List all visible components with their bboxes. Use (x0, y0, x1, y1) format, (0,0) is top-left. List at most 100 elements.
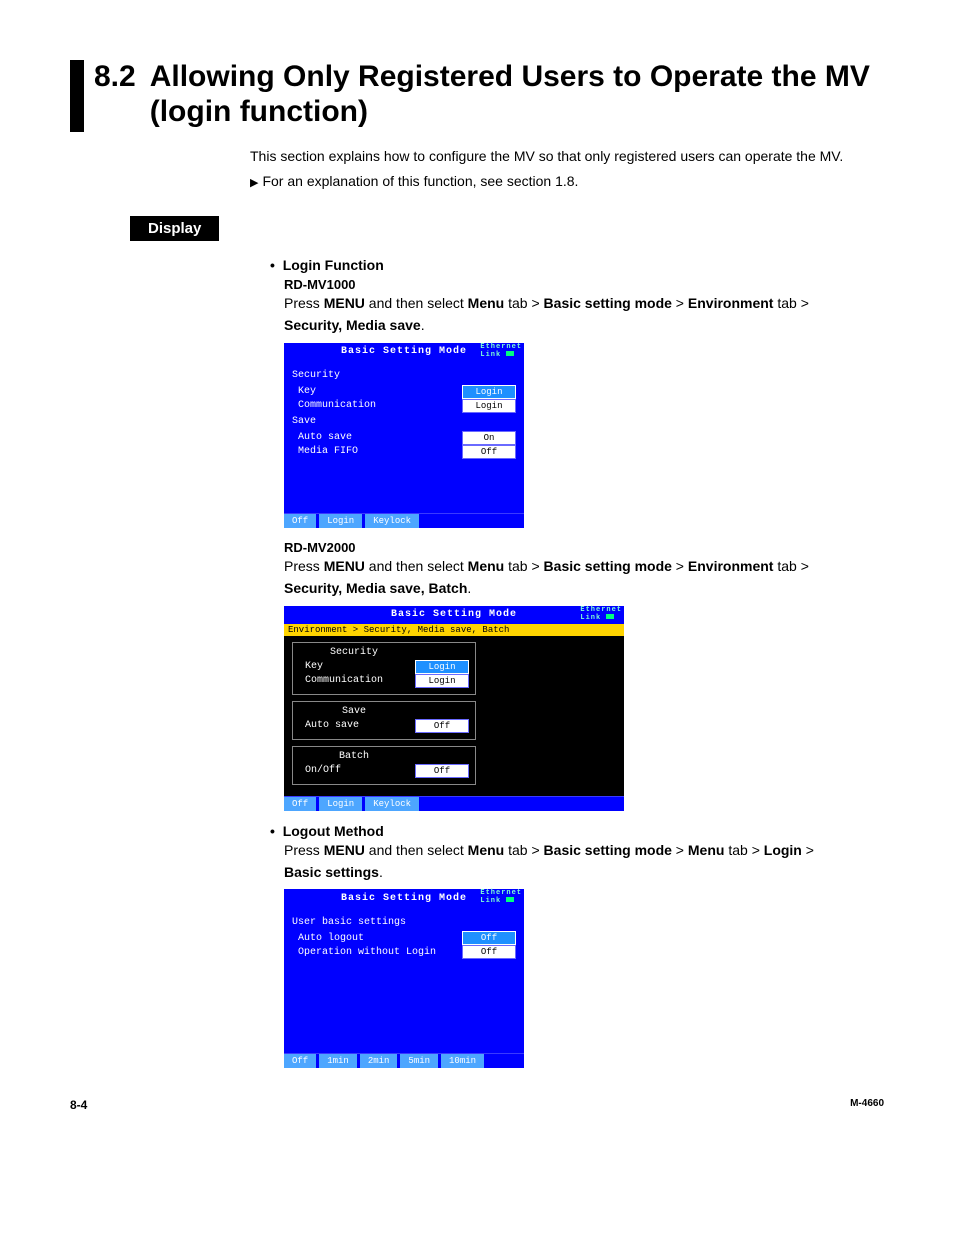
label: Key (299, 661, 415, 672)
value-selected[interactable]: Login (415, 660, 469, 674)
eth-label: Ethernet (580, 606, 622, 614)
row-key: KeyLogin (299, 660, 469, 674)
softkey-off[interactable]: Off (284, 797, 317, 811)
text: tab > (773, 558, 808, 574)
section-title: Allowing Only Registered Users to Operat… (150, 60, 884, 129)
group-save-box: Save Auto saveOff (292, 701, 476, 740)
kw: Environment (688, 295, 774, 311)
row-autosave: Auto saveOff (299, 719, 469, 733)
label: Communication (299, 675, 415, 686)
link-label: Link (580, 614, 601, 622)
value[interactable]: Off (415, 764, 469, 778)
group-security-box: Security KeyLogin CommunicationLogin (292, 642, 476, 695)
kw: Menu (468, 842, 505, 858)
eth-label: Ethernet (480, 889, 522, 897)
crossref-line: For an explanation of this function, see… (250, 171, 854, 192)
title-accent-bar (70, 60, 84, 132)
value[interactable]: Off (462, 945, 516, 959)
section-title-block: 8.2 Allowing Only Registered Users to Op… (70, 60, 884, 132)
link-label: Link (480, 897, 501, 905)
text: and then select (365, 842, 468, 858)
instruction-mv2000: Press MENU and then select Menu tab > Ba… (284, 555, 854, 600)
text: tab > (504, 842, 543, 858)
text: Press (284, 295, 324, 311)
eth-label: Ethernet (480, 343, 522, 351)
row-opwithoutlogin: Operation without LoginOff (292, 945, 516, 959)
kw: Login (764, 842, 802, 858)
text: > (802, 842, 814, 858)
softkey-10min[interactable]: 10min (441, 1054, 485, 1068)
ethernet-indicator: Ethernet Link (580, 606, 622, 622)
login-function-heading: Login Function (270, 257, 854, 273)
text: > (672, 842, 688, 858)
text: Press (284, 842, 324, 858)
value-selected[interactable]: Login (462, 385, 516, 399)
link-dot-icon (506, 351, 514, 356)
text: tab > (724, 842, 763, 858)
softkey-keylock[interactable]: Keylock (365, 514, 420, 528)
kw: Security, Media save (284, 317, 421, 333)
row-key: KeyLogin (292, 385, 516, 399)
display-heading: Display (130, 216, 219, 241)
logout-method-heading: Logout Method (270, 823, 854, 839)
kw-menu: MENU (324, 842, 365, 858)
group-batch-box: Batch On/OffOff (292, 746, 476, 785)
section-number: 8.2 (94, 60, 136, 93)
value[interactable]: Off (462, 445, 516, 459)
screenshot-mv2000-security: Basic Setting Mode Ethernet Link Environ… (284, 606, 624, 811)
value-selected[interactable]: Off (462, 931, 516, 945)
group-security: Security (299, 647, 409, 658)
label: Key (292, 386, 462, 397)
softkey-2min[interactable]: 2min (360, 1054, 399, 1068)
screenshot-logout: Basic Setting Mode Ethernet Link User ba… (284, 889, 524, 1068)
text: . (379, 864, 383, 880)
screenshot-mv1000-security: Basic Setting Mode Ethernet Link Securit… (284, 343, 524, 528)
label: Operation without Login (292, 947, 462, 958)
label: Auto logout (292, 933, 462, 944)
text: tab > (504, 558, 543, 574)
kw: Security, Media save, Batch (284, 580, 467, 596)
model-rdmv1000: RD-MV1000 (284, 277, 854, 292)
softkey-5min[interactable]: 5min (400, 1054, 439, 1068)
softkey-off[interactable]: Off (284, 514, 317, 528)
group-save: Save (299, 706, 409, 717)
text: . (467, 580, 471, 596)
page-number: 8-4 (70, 1098, 87, 1112)
row-onoff: On/OffOff (299, 764, 469, 778)
softkey-off[interactable]: Off (284, 1054, 317, 1068)
text: > (672, 295, 688, 311)
shot-header: Basic Setting Mode Ethernet Link (284, 606, 624, 624)
value[interactable]: On (462, 431, 516, 445)
row-communication: CommunicationLogin (299, 674, 469, 688)
shot-body: Security KeyLogin CommunicationLogin Sav… (284, 361, 524, 513)
shot-header: Basic Setting Mode Ethernet Link (284, 343, 524, 361)
intro-paragraph: This section explains how to configure t… (250, 146, 854, 167)
link-dot-icon (606, 614, 614, 619)
text: Press (284, 558, 324, 574)
breadcrumb: Environment > Security, Media save, Batc… (284, 624, 624, 636)
value[interactable]: Login (462, 399, 516, 413)
value[interactable]: Login (415, 674, 469, 688)
link-label: Link (480, 351, 501, 359)
value[interactable]: Off (415, 719, 469, 733)
group-user-basic: User basic settings (292, 915, 516, 929)
softkey-login[interactable]: Login (319, 797, 363, 811)
softkey-login[interactable]: Login (319, 514, 363, 528)
kw: Basic setting mode (544, 558, 672, 574)
text: and then select (365, 558, 468, 574)
text: > (672, 558, 688, 574)
kw: Basic settings (284, 864, 379, 880)
shot-title: Basic Setting Mode (391, 609, 517, 620)
kw: Basic setting mode (544, 295, 672, 311)
row-autologout: Auto logoutOff (292, 931, 516, 945)
label: On/Off (299, 765, 415, 776)
softkey-1min[interactable]: 1min (319, 1054, 358, 1068)
model-rdmv2000: RD-MV2000 (284, 540, 854, 555)
softkey-keylock[interactable]: Keylock (365, 797, 420, 811)
row-communication: CommunicationLogin (292, 399, 516, 413)
doc-number: M-4660 (850, 1098, 884, 1112)
text: tab > (773, 295, 808, 311)
instruction-mv1000: Press MENU and then select Menu tab > Ba… (284, 292, 854, 337)
kw: Menu (468, 558, 505, 574)
group-batch: Batch (299, 751, 409, 762)
